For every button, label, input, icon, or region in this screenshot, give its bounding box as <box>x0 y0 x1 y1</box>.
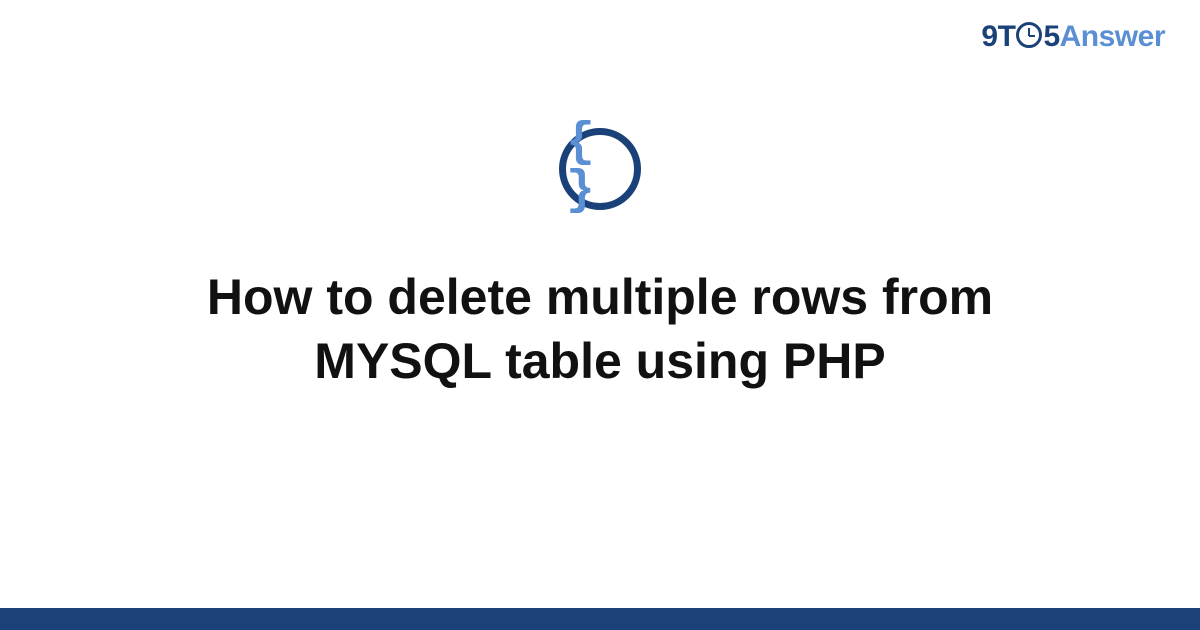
site-logo: 9T 5 Answer <box>981 20 1165 54</box>
footer-accent-bar <box>0 608 1200 630</box>
category-badge: { } <box>559 128 641 210</box>
page-title: How to delete multiple rows from MYSQL t… <box>75 265 1125 393</box>
logo-text-answer: Answer <box>1060 20 1165 54</box>
main-content: { } How to delete multiple rows from MYS… <box>0 128 1200 393</box>
logo-text-5: 5 <box>1043 20 1059 54</box>
clock-icon <box>1016 22 1042 48</box>
logo-text-9t: 9T <box>981 20 1015 54</box>
code-braces-icon: { } <box>566 119 634 215</box>
